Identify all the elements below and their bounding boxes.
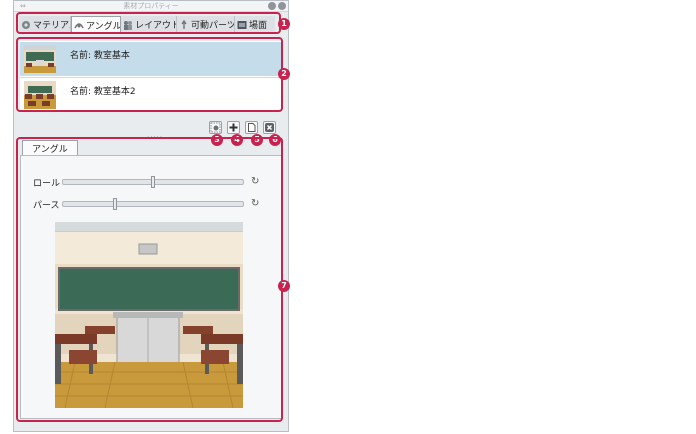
callout-box-tabs — [16, 12, 281, 34]
register-angle-button[interactable] — [209, 121, 222, 134]
callout-badge-1: 1 — [278, 18, 290, 30]
callout-badge-7: 7 — [278, 280, 290, 292]
register-angle-icon — [210, 122, 221, 133]
minimize-icon[interactable] — [268, 2, 276, 10]
panel-title: 素材プロパティー — [123, 2, 179, 10]
duplicate-icon — [248, 123, 256, 132]
panel-titlebar[interactable]: ⇔ 素材プロパティー — [14, 1, 288, 12]
add-icon — [229, 123, 238, 132]
callout-box-angle-settings — [16, 137, 283, 422]
add-angle-button[interactable] — [227, 121, 240, 134]
delete-icon — [265, 123, 274, 132]
close-icon[interactable] — [278, 2, 286, 10]
duplicate-angle-button[interactable] — [245, 121, 258, 134]
callout-badge-2: 2 — [278, 68, 290, 80]
callout-box-angle-list — [16, 37, 283, 112]
delete-angle-button[interactable] — [263, 121, 276, 134]
